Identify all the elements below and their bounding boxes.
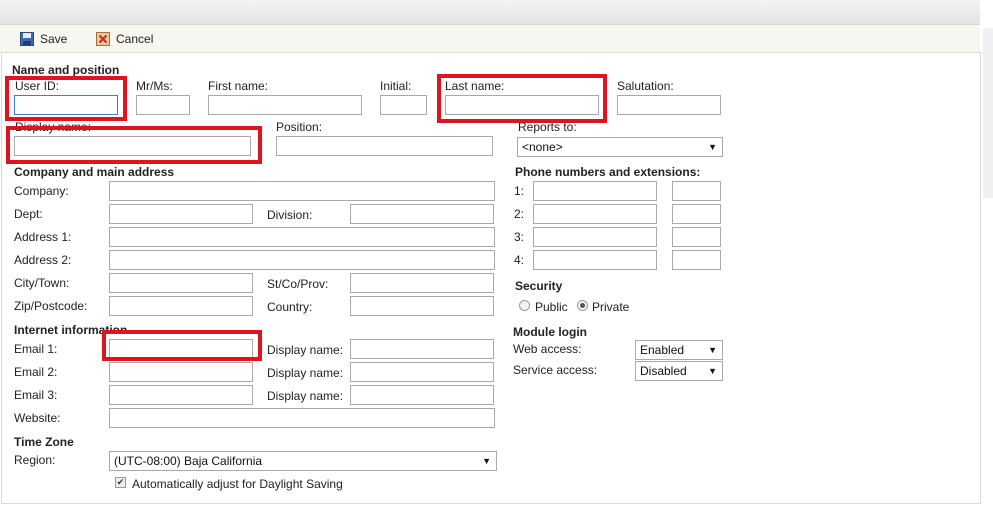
address2-input[interactable] [109, 250, 495, 270]
section-title-phone: Phone numbers and extensions: [515, 165, 701, 179]
mr-ms-label: Mr/Ms: [136, 79, 173, 93]
email3-display-name-input[interactable] [350, 385, 494, 405]
city-label: City/Town: [14, 276, 70, 290]
region-label: Region: [14, 453, 56, 467]
dept-input[interactable] [109, 204, 253, 224]
phone-4-input[interactable] [533, 250, 657, 270]
address1-input[interactable] [109, 227, 495, 247]
email3-input[interactable] [109, 385, 253, 405]
salutation-label: Salutation: [617, 79, 674, 93]
service-access-value: Disabled [640, 364, 687, 378]
toolbar: Save Cancel [0, 25, 980, 53]
phone-3-input[interactable] [533, 227, 657, 247]
reports-to-select[interactable]: <none> ▼ [517, 137, 723, 157]
web-access-value: Enabled [640, 343, 685, 357]
private-label: Private [592, 300, 630, 314]
email2-display-name-label: Display name: [267, 366, 344, 380]
salutation-input[interactable] [617, 95, 721, 115]
email2-label: Email 2: [14, 365, 58, 379]
chevron-down-icon: ▼ [708, 345, 717, 355]
save-label: Save [40, 32, 68, 46]
initial-input[interactable] [380, 95, 427, 115]
region-value: (UTC-08:00) Baja California [114, 454, 263, 468]
zip-label: Zip/Postcode: [14, 299, 88, 313]
cancel-icon [96, 32, 110, 46]
section-title-company: Company and main address [14, 165, 175, 179]
service-access-label: Service access: [513, 363, 598, 377]
web-access-label: Web access: [513, 342, 582, 356]
cancel-button[interactable]: Cancel [96, 31, 153, 47]
section-title-name: Name and position [12, 63, 120, 77]
website-label: Website: [14, 411, 61, 425]
state-label: St/Co/Prov: [267, 277, 329, 291]
position-input[interactable] [276, 136, 493, 156]
scrollbar[interactable] [983, 28, 993, 198]
phone-row-1-label: 1: [514, 184, 525, 198]
country-label: Country: [267, 300, 313, 314]
section-title-timezone: Time Zone [14, 435, 74, 449]
public-radio[interactable] [519, 300, 530, 311]
dept-label: Dept: [14, 207, 43, 221]
chevron-down-icon: ▼ [708, 142, 717, 152]
service-access-select[interactable]: Disabled ▼ [635, 361, 723, 381]
address2-label: Address 2: [14, 253, 72, 267]
phone-row-2-label: 2: [514, 207, 525, 221]
city-input[interactable] [109, 273, 253, 293]
zip-input[interactable] [109, 296, 253, 316]
ext-4-input[interactable] [672, 250, 721, 270]
save-button[interactable]: Save [20, 31, 67, 47]
division-input[interactable] [350, 204, 494, 224]
chevron-down-icon: ▼ [482, 456, 491, 466]
highlight-email1 [102, 330, 262, 361]
ext-2-input[interactable] [672, 204, 721, 224]
country-input[interactable] [350, 296, 494, 316]
phone-row-3-label: 3: [514, 230, 525, 244]
email3-label: Email 3: [14, 388, 58, 402]
phone-row-4-label: 4: [514, 253, 525, 267]
section-title-module-login: Module login [513, 325, 587, 339]
phone-1-input[interactable] [533, 181, 657, 201]
mr-ms-input[interactable] [136, 95, 190, 115]
ext-3-input[interactable] [672, 227, 721, 247]
top-strip [0, 0, 980, 25]
state-input[interactable] [350, 273, 494, 293]
web-access-select[interactable]: Enabled ▼ [635, 340, 723, 360]
address1-label: Address 1: [14, 230, 72, 244]
first-name-label: First name: [208, 79, 269, 93]
email1-label: Email 1: [14, 342, 58, 356]
first-name-input[interactable] [208, 95, 362, 115]
phone-2-input[interactable] [533, 204, 657, 224]
daylight-saving-checkbox[interactable]: ✔ [115, 477, 126, 488]
company-label: Company: [14, 184, 69, 198]
highlight-display-name [6, 126, 262, 164]
position-label: Position: [276, 120, 323, 134]
chevron-down-icon: ▼ [708, 366, 717, 376]
initial-label: Initial: [380, 79, 412, 93]
company-input[interactable] [109, 181, 495, 201]
cancel-label: Cancel [116, 32, 154, 46]
section-title-security: Security [515, 279, 563, 293]
email3-display-name-label: Display name: [267, 389, 344, 403]
private-radio[interactable] [577, 300, 588, 311]
highlight-user-id [5, 76, 127, 121]
email1-display-name-input[interactable] [350, 339, 494, 359]
email2-display-name-input[interactable] [350, 362, 494, 382]
daylight-saving-label: Automatically adjust for Daylight Saving [132, 477, 343, 491]
email2-input[interactable] [109, 362, 253, 382]
division-label: Division: [267, 208, 313, 222]
public-label: Public [535, 300, 568, 314]
website-input[interactable] [109, 408, 495, 428]
ext-1-input[interactable] [672, 181, 721, 201]
region-select[interactable]: (UTC-08:00) Baja California ▼ [109, 451, 497, 471]
reports-to-value: <none> [522, 140, 563, 154]
email1-display-name-label: Display name: [267, 343, 344, 357]
save-icon [20, 32, 34, 46]
highlight-last-name [437, 74, 607, 123]
